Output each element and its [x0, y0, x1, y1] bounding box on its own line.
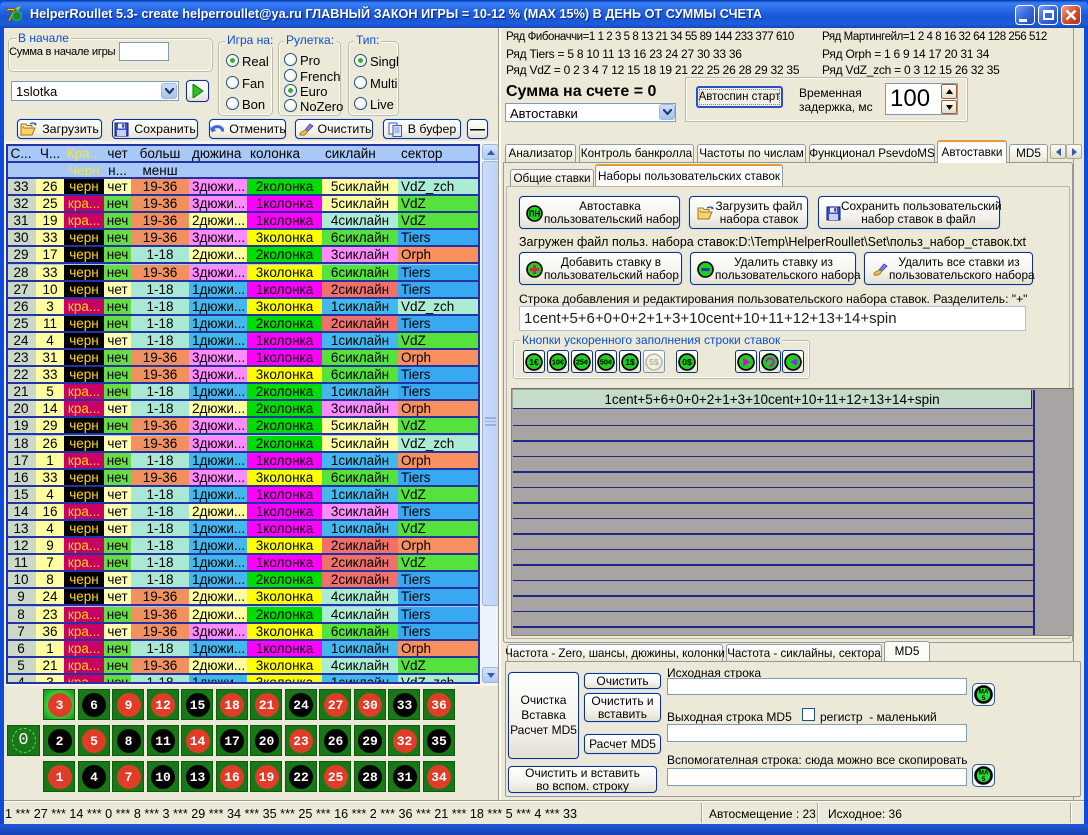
svg-text:5: 5 [982, 695, 986, 702]
svg-text:50¢: 50¢ [599, 357, 611, 366]
svg-text:25¢: 25¢ [576, 357, 588, 366]
svg-text:ПН: ПН [529, 209, 541, 218]
svg-text:1$: 1$ [625, 357, 635, 367]
svg-text:0$: 0$ [682, 357, 692, 367]
svg-text:5$: 5$ [649, 357, 659, 367]
svg-text:10€: 10€ [552, 357, 564, 366]
svg-text:1€: 1€ [529, 357, 539, 367]
svg-text:5: 5 [982, 776, 986, 783]
